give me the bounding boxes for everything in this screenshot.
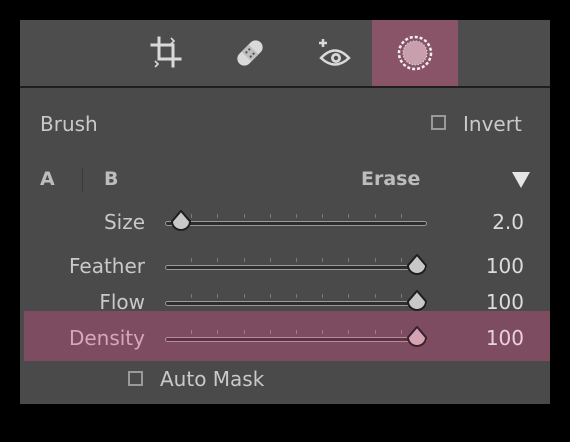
flow-slider-thumb[interactable]: [405, 290, 429, 314]
flow-slider-tick: [269, 294, 271, 298]
size-slider-tick: [296, 214, 297, 218]
red-eye-tool-button[interactable]: [292, 20, 378, 86]
tab-separator: [82, 168, 83, 192]
size-value[interactable]: 2.0: [464, 210, 524, 234]
brush-title: Brush: [40, 112, 98, 136]
density-slider-tick: [348, 330, 350, 334]
brush-panel: Brush Invert A B Erase Size 2.0 Feather 10…: [20, 20, 550, 404]
flow-slider-tick: [374, 294, 376, 298]
crop-icon: [150, 36, 182, 68]
auto-mask-label: Auto Mask: [160, 367, 265, 391]
feather-slider-tick: [269, 258, 271, 262]
crop-tool-button[interactable]: [124, 20, 210, 86]
flow-slider-track[interactable]: [165, 301, 427, 306]
size-slider-tick: [217, 214, 219, 218]
size-slider-track[interactable]: [165, 221, 427, 226]
brush-circle-icon: [397, 35, 433, 71]
feather-slider-tick: [374, 258, 376, 262]
feather-slider-tick: [348, 258, 350, 262]
size-slider-tick: [243, 214, 245, 218]
feather-slider-tick: [243, 258, 245, 262]
flow-slider-tick: [296, 294, 297, 298]
flow-slider-tick: [243, 294, 245, 298]
flow-label: Flow: [99, 290, 145, 314]
flow-slider-tick: [191, 294, 193, 298]
bandage-icon: [237, 40, 263, 66]
flow-slider-tick: [322, 294, 324, 298]
size-slider-tick: [322, 214, 324, 218]
feather-slider-tick: [217, 258, 219, 262]
flow-slider-tick: [348, 294, 350, 298]
size-slider-tick: [348, 214, 350, 218]
density-slider-tick: [296, 330, 297, 334]
toolstrip-divider: [20, 86, 550, 88]
density-slider-thumb[interactable]: [405, 326, 429, 350]
density-slider-tick: [269, 330, 271, 334]
size-slider-tick: [269, 214, 271, 218]
feather-slider-track[interactable]: [165, 265, 427, 270]
invert-label: Invert: [463, 112, 522, 136]
size-slider-tick: [374, 214, 376, 218]
brush-tab-b[interactable]: B: [104, 168, 118, 190]
healing-tool-button[interactable]: [207, 20, 293, 86]
density-label: Density: [68, 326, 145, 350]
tool-strip: [20, 20, 550, 87]
density-slider-track[interactable]: [165, 337, 427, 342]
density-slider-tick: [322, 330, 324, 334]
size-label: Size: [103, 210, 145, 234]
density-slider-tick: [217, 330, 219, 334]
brush-tab-a[interactable]: A: [40, 168, 55, 190]
triangle-down-icon[interactable]: [511, 171, 531, 189]
feather-value[interactable]: 100: [464, 254, 524, 278]
feather-slider-tick: [296, 258, 297, 262]
feather-slider-tick: [400, 258, 402, 262]
brush-mask-tool-button[interactable]: [372, 20, 458, 86]
flow-slider-tick: [217, 294, 219, 298]
density-value[interactable]: 100: [464, 326, 524, 350]
invert-checkbox[interactable]: [431, 115, 446, 130]
erase-button[interactable]: Erase: [361, 168, 420, 190]
feather-slider-tick: [191, 258, 193, 262]
flow-value[interactable]: 100: [464, 290, 524, 314]
density-slider-tick: [243, 330, 245, 334]
flow-slider-tick: [400, 294, 402, 298]
feather-label: Feather: [68, 254, 145, 278]
eye-plus-icon: [319, 39, 351, 66]
density-slider-tick: [374, 330, 376, 334]
size-slider-tick: [400, 214, 402, 218]
feather-slider-tick: [322, 258, 324, 262]
density-slider-tick: [191, 330, 193, 334]
density-slider-tick: [400, 330, 402, 334]
auto-mask-checkbox[interactable]: [128, 371, 143, 386]
size-slider-thumb[interactable]: [169, 210, 193, 234]
feather-slider-thumb[interactable]: [405, 254, 429, 278]
